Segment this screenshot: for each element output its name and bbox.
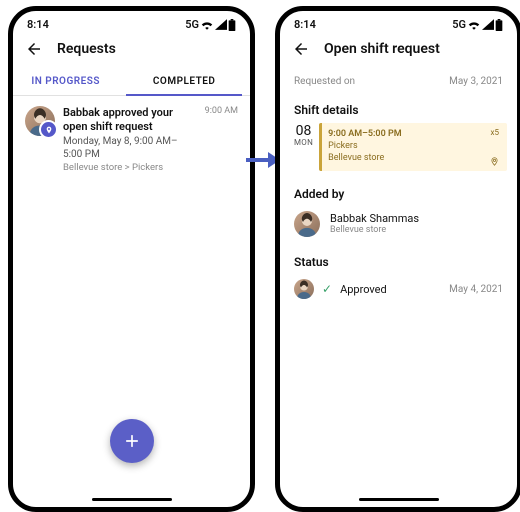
page-title: Open shift request — [324, 41, 440, 57]
shift-details-header: Shift details — [280, 93, 517, 123]
home-indicator — [359, 498, 439, 501]
phone-open-shift-request: 8:14 5G Open shift request Requested on … — [275, 6, 520, 512]
add-request-button[interactable] — [110, 419, 154, 463]
battery-icon — [228, 19, 236, 31]
shift-day-of-week: MON — [294, 139, 313, 147]
shift-card[interactable]: 9:00 AM–5:00 PM Pickers Bellevue store x… — [319, 123, 507, 171]
added-by-name: Babbak Shammas — [330, 212, 419, 225]
avatar — [294, 279, 314, 299]
shift-store: Bellevue store — [328, 152, 484, 164]
signal-icon — [482, 19, 494, 30]
avatar — [294, 211, 320, 237]
added-by-row: Babbak Shammas Bellevue store — [280, 207, 517, 245]
wifi-icon — [467, 19, 481, 30]
requested-on-label: Requested on — [294, 76, 355, 87]
tab-completed[interactable]: COMPLETED — [118, 68, 250, 95]
shift-row: 08 MON 9:00 AM–5:00 PM Pickers Bellevue … — [294, 123, 507, 171]
added-by-header: Added by — [280, 177, 517, 207]
network-label: 5G — [185, 18, 199, 31]
avatar — [25, 106, 55, 136]
clock: 8:14 — [294, 18, 316, 31]
request-location: Bellevue store > Pickers — [63, 162, 195, 175]
status-bar: 8:14 5G — [280, 11, 517, 34]
tab-in-progress[interactable]: IN PROGRESS — [13, 68, 118, 95]
back-icon[interactable] — [25, 40, 43, 58]
phone-requests: 8:14 5G Requests IN PROGRESS COMPLETED — [8, 6, 255, 512]
status-row: ✓ Approved May 4, 2021 — [280, 275, 517, 303]
shift-date: 08 MON — [294, 123, 313, 171]
check-icon: ✓ — [322, 282, 332, 296]
plus-icon — [122, 431, 142, 451]
shift-day-number: 08 — [294, 124, 313, 139]
header: Open shift request — [280, 34, 517, 68]
location-icon — [490, 157, 499, 166]
request-title: Babbak approved your open shift request — [63, 106, 195, 134]
clock: 8:14 — [27, 18, 49, 31]
status-icons: 5G — [452, 18, 503, 31]
status-date: May 4, 2021 — [449, 284, 503, 295]
header: Requests — [13, 34, 250, 68]
battery-icon — [495, 19, 503, 31]
shift-time: 9:00 AM–5:00 PM — [328, 128, 484, 140]
request-timestamp: 9:00 AM — [205, 106, 238, 174]
status-value: Approved — [340, 283, 387, 296]
status-icons: 5G — [185, 18, 236, 31]
request-datetime: Monday, May 8, 9:00 AM–5:00 PM — [63, 135, 195, 162]
request-item[interactable]: Babbak approved your open shift request … — [13, 96, 250, 184]
status-header: Status — [280, 245, 517, 275]
requested-row: Requested on May 3, 2021 — [280, 68, 517, 93]
back-icon[interactable] — [292, 40, 310, 58]
status-bar: 8:14 5G — [13, 11, 250, 34]
network-label: 5G — [452, 18, 466, 31]
page-title: Requests — [57, 41, 116, 57]
requested-on-date: May 3, 2021 — [449, 76, 503, 87]
signal-icon — [215, 19, 227, 30]
tabs: IN PROGRESS COMPLETED — [13, 68, 250, 96]
shift-group: Pickers — [328, 140, 484, 152]
home-indicator — [92, 498, 172, 501]
wifi-icon — [200, 19, 214, 30]
approved-badge-icon — [39, 120, 58, 139]
added-by-store: Bellevue store — [330, 225, 419, 236]
shift-count: x5 — [491, 128, 499, 137]
